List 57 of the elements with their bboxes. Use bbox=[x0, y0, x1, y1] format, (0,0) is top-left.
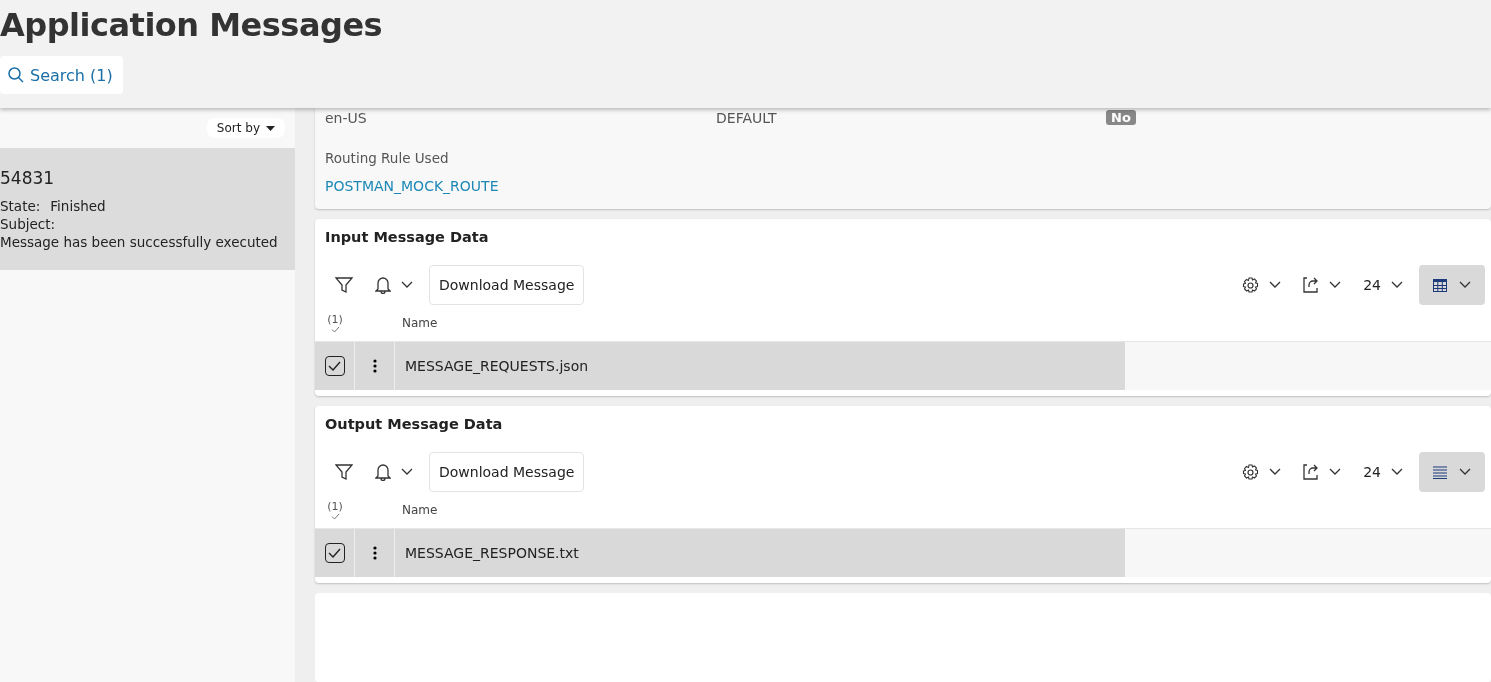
checkmark-icon bbox=[328, 361, 341, 371]
search-button[interactable]: Search (1) bbox=[0, 56, 123, 94]
sort-button[interactable]: Sort by bbox=[206, 118, 285, 138]
checkmark-icon bbox=[328, 548, 341, 558]
column-header[interactable]: Name bbox=[402, 503, 438, 517]
selected-count: (1) bbox=[327, 313, 343, 326]
search-icon bbox=[8, 67, 24, 83]
download-button[interactable]: Download Message bbox=[429, 452, 585, 492]
section-title: Output Message Data bbox=[324, 415, 504, 434]
chevron-down-icon bbox=[1329, 468, 1342, 476]
chevron-down-icon bbox=[401, 468, 413, 476]
filter-icon bbox=[335, 276, 353, 294]
chevron-down-icon bbox=[1269, 281, 1282, 289]
table-icon bbox=[1433, 278, 1447, 292]
page-size-dropdown[interactable]: 24 bbox=[1357, 452, 1409, 492]
message-list-item[interactable]: 54831 State: Finished Subject: Message has been successfully executed bbox=[0, 148, 295, 270]
filter-icon bbox=[335, 463, 353, 481]
row-checkbox[interactable] bbox=[324, 543, 345, 563]
row-checkbox[interactable] bbox=[324, 356, 345, 376]
chevron-down-icon bbox=[1269, 468, 1282, 476]
field-value: Finished bbox=[50, 198, 106, 214]
selected-count: (1) bbox=[327, 500, 343, 513]
settings-icon bbox=[1242, 463, 1260, 481]
field-value: Message has been successfully executed bbox=[0, 234, 279, 250]
field-value: DEFAULT bbox=[716, 110, 777, 126]
chevron-down-icon bbox=[1459, 281, 1471, 289]
chevron-down-icon bbox=[1391, 281, 1403, 289]
more-options-icon[interactable] bbox=[372, 546, 377, 560]
chevron-down-icon bbox=[1391, 468, 1403, 476]
field-value: en-US bbox=[325, 110, 367, 126]
table-cell: MESSAGE_RESPONSE.txt bbox=[395, 529, 1125, 577]
page-size-dropdown[interactable]: 24 bbox=[1357, 265, 1409, 305]
caret-icon bbox=[266, 125, 275, 131]
message-id: 54831 bbox=[0, 168, 56, 188]
export-icon bbox=[1303, 277, 1320, 293]
section-title: Input Message Data bbox=[324, 228, 490, 247]
bell-icon bbox=[375, 463, 391, 481]
chevron-down-icon bbox=[1459, 468, 1471, 476]
download-button[interactable]: Download Message bbox=[429, 265, 585, 305]
checkmark-icon bbox=[330, 513, 340, 520]
column-header[interactable]: Name bbox=[402, 316, 438, 330]
checkmark-icon bbox=[330, 326, 340, 333]
status-badge: No bbox=[1106, 110, 1136, 125]
list-icon bbox=[1433, 465, 1447, 479]
view-mode-button[interactable] bbox=[1419, 265, 1485, 305]
chevron-down-icon bbox=[1329, 281, 1342, 289]
table-cell: MESSAGE_REQUESTS.json bbox=[395, 342, 1125, 390]
settings-icon bbox=[1242, 276, 1260, 294]
chevron-down-icon bbox=[401, 281, 413, 289]
export-icon bbox=[1303, 464, 1320, 480]
page-title: Application Messages bbox=[0, 5, 384, 46]
routing-rule-link[interactable]: POSTMAN_MOCK_ROUTE bbox=[325, 178, 499, 194]
bell-icon bbox=[375, 276, 391, 294]
field-label: Subject: bbox=[0, 216, 56, 232]
more-options-icon[interactable] bbox=[372, 359, 377, 373]
field-label: State: bbox=[0, 198, 41, 214]
field-label: Routing Rule Used bbox=[325, 150, 450, 166]
